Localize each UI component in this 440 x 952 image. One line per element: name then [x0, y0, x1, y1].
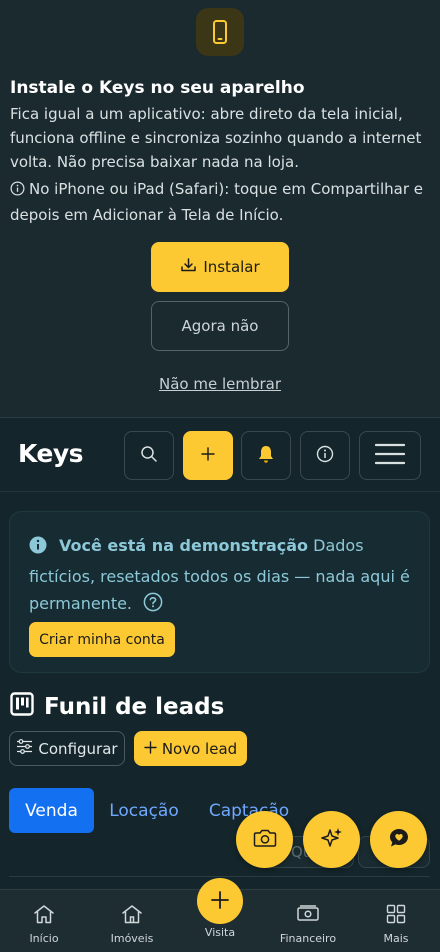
camera-fab[interactable]	[236, 811, 293, 868]
demo-title: Você está na demonstração	[59, 536, 309, 555]
nav-label: Imóveis	[110, 932, 154, 945]
hamburger-icon	[374, 443, 406, 468]
bell-icon	[257, 444, 275, 467]
nav-label-visita: Visita	[204, 926, 236, 939]
home-icon	[33, 904, 55, 928]
info-circle-icon	[10, 179, 25, 203]
sparkles-icon	[320, 826, 344, 853]
phone-icon	[196, 8, 244, 56]
nav-item-mais[interactable]: Mais	[361, 890, 431, 952]
nav-label: Mais	[383, 932, 409, 945]
quick-add-button[interactable]	[183, 431, 233, 480]
sliders-icon	[16, 739, 33, 758]
nav-item-inicio[interactable]: Início	[9, 890, 79, 952]
demo-notice: Você está na demonstração Dados fictício…	[9, 511, 430, 673]
demo-message: Você está na demonstração Dados fictício…	[29, 532, 424, 621]
configure-button[interactable]: Configurar	[9, 731, 125, 766]
tab-venda[interactable]: Venda	[9, 788, 94, 833]
nav-item-visita[interactable]	[197, 878, 243, 924]
plus-icon	[201, 447, 215, 464]
install-button[interactable]: Instalar	[151, 242, 289, 292]
configure-label: Configurar	[38, 739, 118, 758]
nav-item-imoveis[interactable]: Imóveis	[97, 890, 167, 952]
funnel-title: Funil de leads	[44, 694, 225, 720]
tab-locacao[interactable]: Locação	[101, 788, 187, 833]
nav-label: Início	[29, 932, 59, 945]
install-title: Instale o Keys no seu aparelho	[10, 78, 305, 98]
camera-icon	[253, 828, 277, 851]
divider	[9, 876, 430, 877]
menu-button[interactable]	[359, 431, 421, 480]
house-icon	[121, 904, 143, 928]
ios-hint: No iPhone ou iPad (Safari): toque em Com…	[10, 177, 430, 227]
help-icon[interactable]	[143, 592, 163, 621]
search-icon	[140, 445, 158, 466]
chat-bubble-icon	[387, 826, 411, 853]
app-logo: Keys	[18, 439, 84, 468]
nav-label: Financeiro	[279, 932, 337, 945]
nav-item-financeiro[interactable]: Financeiro	[273, 890, 343, 952]
info-icon	[316, 445, 334, 466]
ai-assistant-fab[interactable]	[303, 811, 360, 868]
install-button-label: Instalar	[203, 258, 260, 276]
plus-icon	[144, 740, 157, 758]
app-header: Keys	[0, 419, 440, 492]
chat-fab[interactable]	[370, 811, 427, 868]
info-filled-icon	[29, 535, 47, 563]
grid-icon	[386, 904, 406, 928]
search-button[interactable]	[124, 431, 174, 480]
dont-remind-link[interactable]: Não me lembrar	[0, 375, 440, 393]
plus-icon	[210, 890, 230, 913]
kanban-icon	[10, 692, 34, 722]
create-account-button[interactable]: Criar minha conta	[29, 622, 175, 657]
new-lead-button[interactable]: Novo lead	[134, 731, 247, 766]
download-icon	[180, 257, 197, 277]
new-lead-label: Novo lead	[161, 739, 238, 758]
info-button[interactable]	[300, 431, 350, 480]
ios-hint-text: No iPhone ou iPad (Safari): toque em Com…	[10, 180, 423, 224]
later-button[interactable]: Agora não	[151, 301, 289, 351]
notifications-button[interactable]	[241, 431, 291, 480]
money-icon	[296, 904, 320, 928]
install-description: Fica igual a um aplicativo: abre direto …	[10, 105, 422, 171]
install-banner: Instale o Keys no seu aparelho Fica igua…	[0, 0, 440, 418]
funnel-heading: Funil de leads	[10, 692, 224, 722]
